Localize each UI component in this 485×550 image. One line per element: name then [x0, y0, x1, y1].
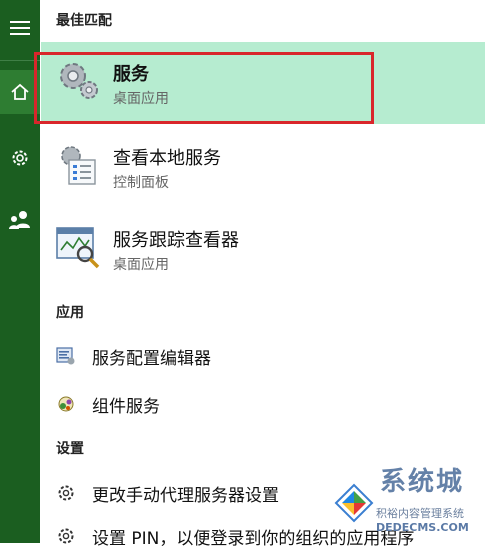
settings-button[interactable] — [0, 136, 40, 180]
home-icon — [11, 83, 29, 100]
watermark: 系统城 积裕内容管理系统 DEDECMS.COM — [328, 455, 485, 543]
result-item-local-services[interactable]: 查看本地服务 控制面板 — [41, 140, 485, 196]
settings-heading: 设置 — [56, 441, 84, 457]
menu-button[interactable] — [0, 8, 40, 48]
apps-heading: 应用 — [56, 305, 84, 321]
gear-icon — [56, 526, 76, 546]
watermark-title: 系统城 — [380, 467, 465, 497]
local-services-icon — [55, 142, 99, 186]
people-icon — [9, 211, 30, 229]
component-services-icon — [56, 394, 76, 414]
watermark-line2: DEDECMS.COM — [376, 521, 469, 534]
app-label: 组件服务 — [92, 397, 160, 417]
feedback-button[interactable] — [0, 198, 40, 242]
result-title: 服务跟踪查看器 — [113, 230, 239, 251]
result-item-trace-viewer[interactable]: 服务跟踪查看器 桌面应用 — [41, 222, 485, 278]
windows-logo-icon — [334, 483, 374, 523]
result-title: 查看本地服务 — [113, 148, 221, 169]
setting-label: 更改手动代理服务器设置 — [92, 486, 279, 506]
gear-icon — [56, 483, 76, 503]
result-subtitle: 控制面板 — [113, 175, 169, 191]
watermark-line1: 积裕内容管理系统 — [376, 507, 464, 520]
hamburger-icon — [10, 21, 30, 35]
trace-viewer-icon — [55, 224, 100, 269]
highlight-outline — [34, 52, 374, 124]
gear-icon — [12, 150, 28, 166]
result-subtitle: 桌面应用 — [113, 257, 169, 273]
best-match-heading: 最佳匹配 — [56, 13, 112, 29]
config-editor-icon — [56, 346, 76, 366]
app-label: 服务配置编辑器 — [92, 349, 211, 369]
